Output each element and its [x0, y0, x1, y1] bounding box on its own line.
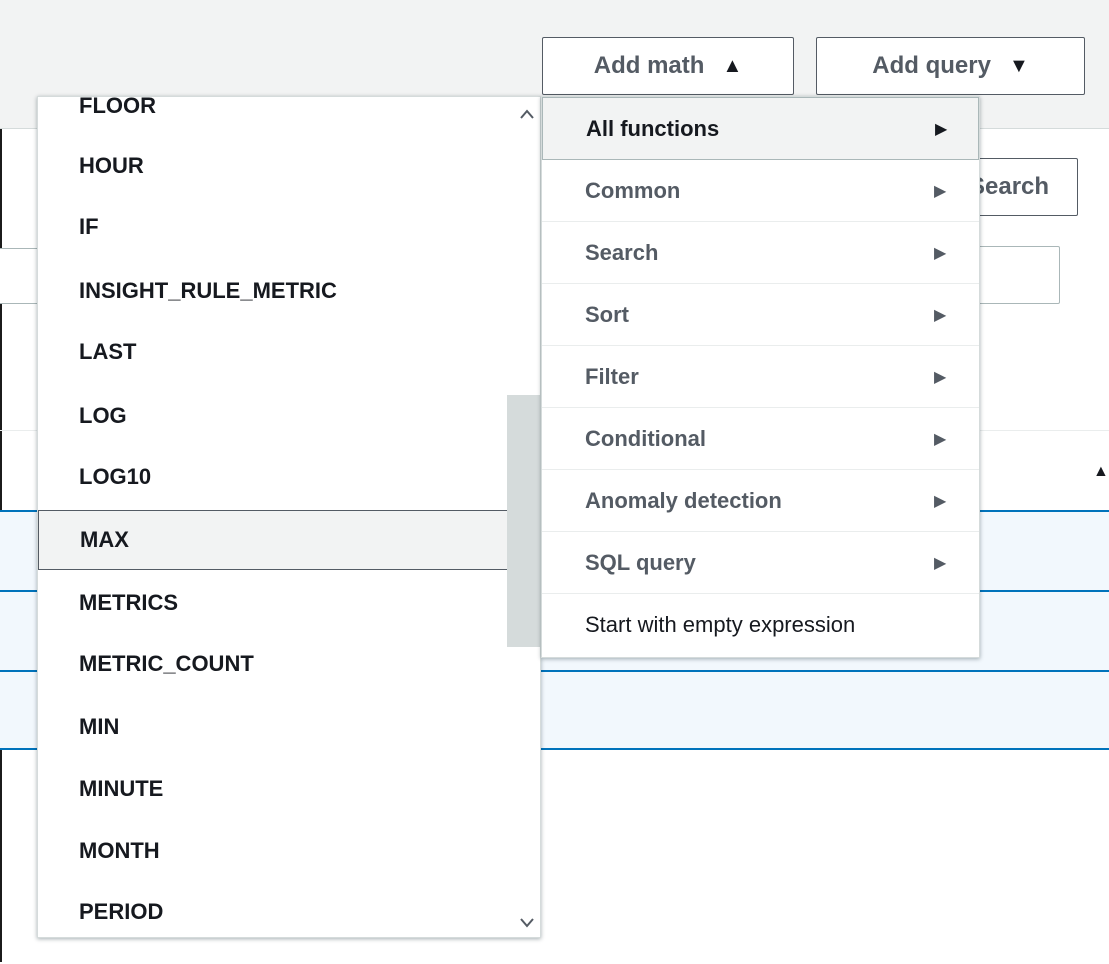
menu-item-start-empty-expression[interactable]: Start with empty expression [542, 594, 979, 656]
menu-item-all-functions[interactable]: All functions ▶ [542, 97, 979, 160]
add-math-button[interactable]: Add math ▲ [542, 37, 794, 95]
list-item-label: METRIC_COUNT [79, 651, 254, 676]
menu-item-label: All functions [586, 115, 720, 141]
list-item-floor[interactable]: FLOOR [38, 96, 508, 135]
search-button-label: Search [969, 173, 1050, 200]
caret-right-icon: ▶ [934, 430, 947, 448]
list-item-label: MIN [79, 714, 120, 739]
menu-item-conditional[interactable]: Conditional ▶ [542, 408, 979, 470]
list-item-label: MINUTE [79, 776, 164, 801]
menu-item-anomaly-detection[interactable]: Anomaly detection ▶ [542, 470, 979, 532]
list-item-if[interactable]: IF [38, 198, 508, 256]
chevron-up-icon[interactable] [520, 103, 534, 124]
scrollbar[interactable] [507, 97, 540, 937]
menu-item-label: Search [585, 239, 659, 265]
menu-item-common[interactable]: Common ▶ [542, 160, 979, 222]
menu-item-sql-query[interactable]: SQL query ▶ [542, 532, 979, 594]
list-item-metric-count[interactable]: METRIC_COUNT [38, 635, 508, 693]
menu-item-label: Common [585, 177, 681, 203]
menu-item-sort[interactable]: Sort ▶ [542, 284, 979, 346]
menu-item-label: SQL query [585, 549, 696, 575]
list-item-metrics[interactable]: METRICS [38, 574, 508, 632]
list-item-label: MONTH [79, 838, 160, 863]
add-math-menu[interactable]: All functions ▶ Common ▶ Search ▶ Sort ▶… [541, 96, 980, 658]
menu-item-filter[interactable]: Filter ▶ [542, 346, 979, 408]
menu-item-label: Conditional [585, 425, 706, 451]
list-item-minute[interactable]: MINUTE [38, 760, 508, 818]
list-item-insight-rule-metric[interactable]: INSIGHT_RULE_METRIC [38, 262, 508, 320]
caret-down-icon: ▼ [1008, 54, 1029, 77]
list-item-log10[interactable]: LOG10 [38, 448, 508, 506]
caret-right-icon: ▶ [934, 244, 947, 262]
list-item-max[interactable]: MAX [38, 510, 508, 570]
function-list[interactable]: FLOOR HOUR IF INSIGHT_RULE_METRIC LAST L… [37, 96, 541, 938]
scrollbar-thumb[interactable] [507, 395, 540, 647]
list-item-last[interactable]: LAST [38, 323, 508, 381]
caret-right-icon: ▶ [934, 306, 947, 324]
list-item-label: LOG10 [79, 464, 152, 489]
caret-right-icon: ▶ [934, 554, 947, 572]
list-item-label: HOUR [79, 153, 144, 178]
add-query-button[interactable]: Add query ▼ [816, 37, 1085, 95]
menu-item-label: Start with empty expression [585, 612, 856, 637]
list-item-label: FLOOR [79, 96, 156, 118]
list-item-hour[interactable]: HOUR [38, 137, 508, 195]
menu-item-label: Filter [585, 363, 639, 389]
menu-item-label: Sort [585, 301, 629, 327]
caret-right-icon: ▶ [934, 492, 947, 510]
list-item-label: INSIGHT_RULE_METRIC [79, 278, 337, 303]
list-item-label: LOG [79, 403, 127, 428]
list-item-log[interactable]: LOG [38, 387, 508, 445]
list-item-label: PERIOD [79, 899, 164, 924]
add-query-label: Add query [872, 52, 991, 79]
add-math-label: Add math [593, 52, 705, 79]
menu-item-search[interactable]: Search ▶ [542, 222, 979, 284]
caret-right-icon: ▶ [934, 182, 947, 200]
list-item-label: IF [79, 214, 99, 239]
caret-up-icon: ▲ [722, 54, 743, 77]
list-item-period[interactable]: PERIOD [38, 883, 508, 937]
sort-ascending-icon[interactable]: ▲ [1093, 463, 1109, 481]
list-item-month[interactable]: MONTH [38, 822, 508, 880]
caret-right-icon: ▶ [935, 120, 948, 138]
list-item-min[interactable]: MIN [38, 698, 508, 756]
list-item-label: METRICS [79, 590, 178, 615]
menu-item-label: Anomaly detection [585, 487, 782, 513]
caret-right-icon: ▶ [934, 368, 947, 386]
expression-input[interactable] [0, 248, 40, 304]
list-item-label: MAX [80, 527, 129, 552]
chevron-down-icon[interactable] [520, 912, 534, 933]
list-item-label: LAST [79, 339, 137, 364]
